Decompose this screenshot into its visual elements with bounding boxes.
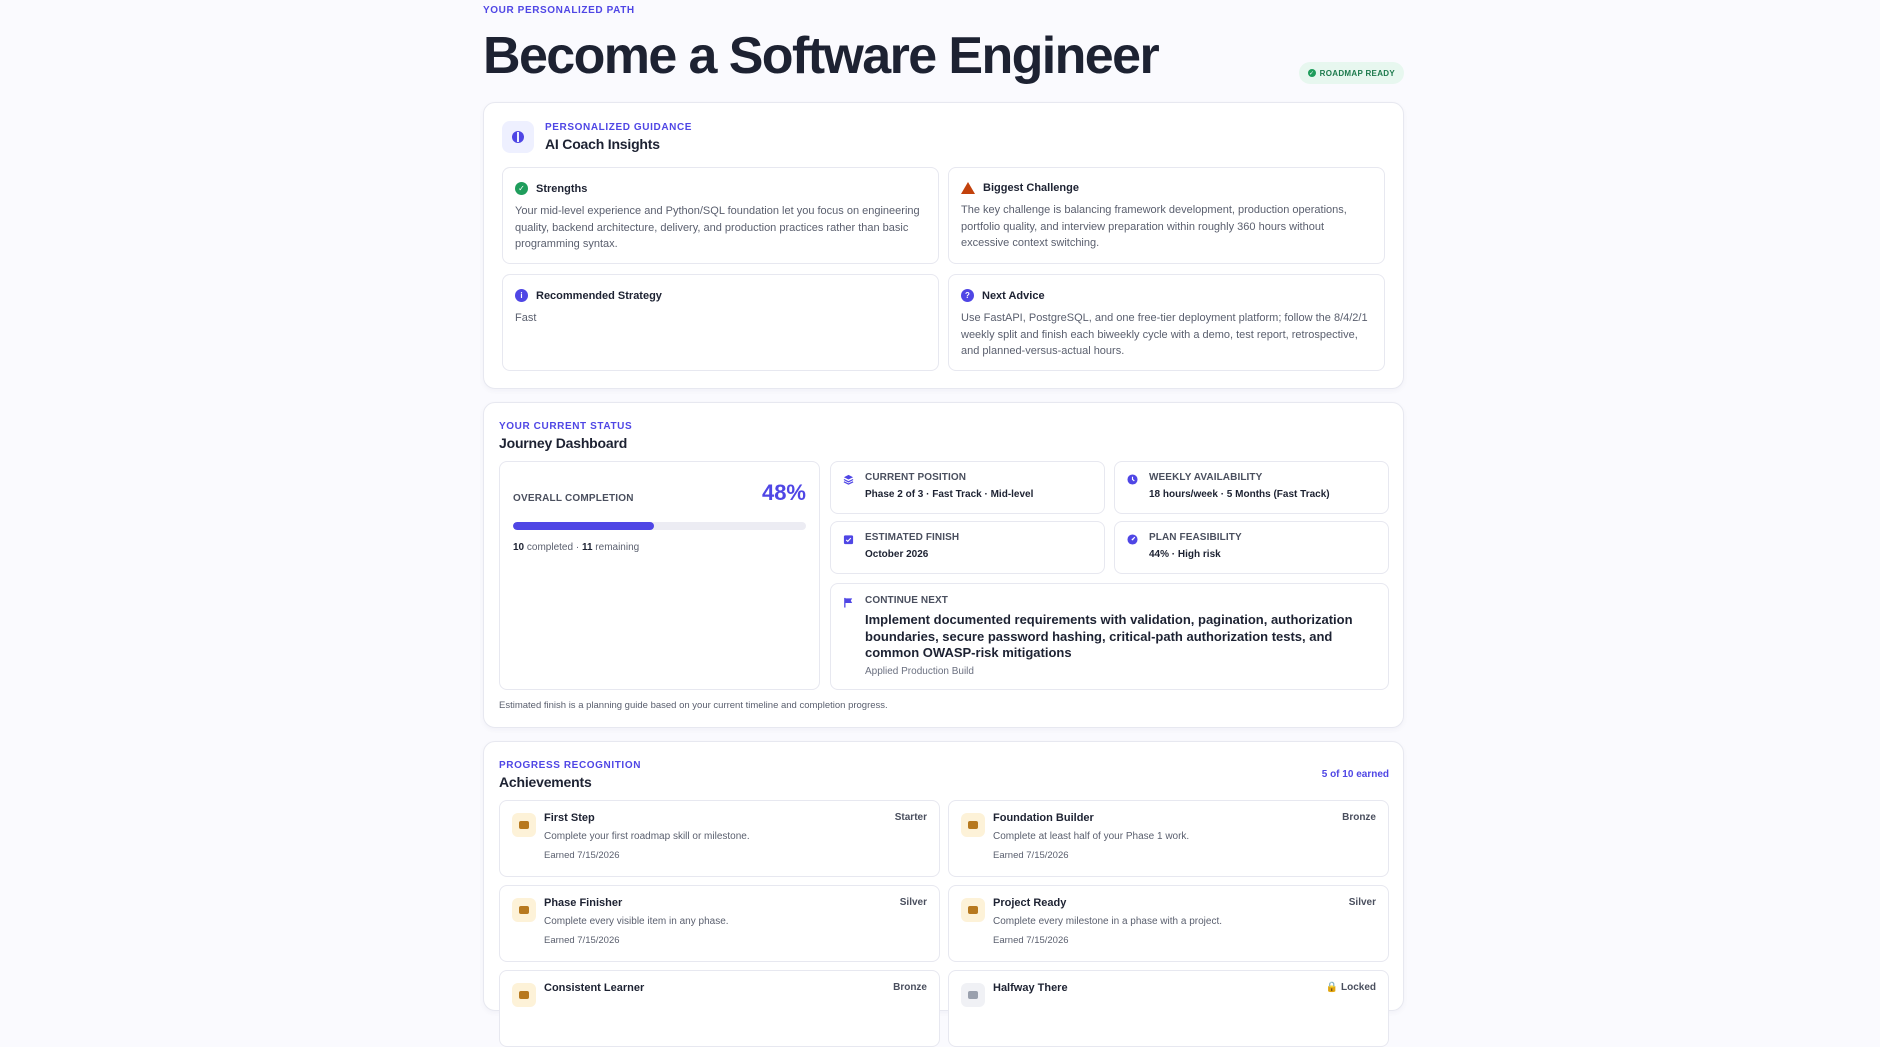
achievements-title: Achievements	[499, 774, 592, 790]
achievement-desc: Complete every visible item in any phase…	[544, 916, 729, 927]
achievement-name: Phase Finisher	[544, 897, 623, 909]
journey-eyebrow: YOUR CURRENT STATUS	[499, 421, 633, 432]
achievement-desc: Complete at least half of your Phase 1 w…	[993, 831, 1190, 842]
stat-label: ESTIMATED FINISH	[865, 532, 960, 543]
achievement-project-ready[interactable]: Project Ready Silver Complete every mile…	[948, 885, 1389, 962]
completed-label: completed	[526, 542, 574, 553]
achievement-desc: Complete your first roadmap skill or mil…	[544, 831, 750, 842]
roadmap-ready-label: ROADMAP READY	[1319, 68, 1395, 78]
achievement-tier-locked: 🔒 Locked	[1326, 982, 1376, 993]
overall-completion-panel: OVERALL COMPLETION 48% 10 completed · 11…	[499, 461, 820, 690]
brain-icon	[502, 121, 534, 153]
stat-value: 44% · High risk	[1149, 549, 1221, 560]
check-circle-icon: ✓	[515, 182, 528, 195]
remaining-count: 11	[581, 542, 593, 553]
achievements-eyebrow: PROGRESS RECOGNITION	[499, 760, 642, 771]
achievement-halfway-there[interactable]: Halfway There 🔒 Locked	[948, 970, 1389, 1047]
stat-value: October 2026	[865, 549, 929, 560]
stat-label: CURRENT POSITION	[865, 472, 967, 483]
stat-estimated-finish: ESTIMATED FINISH October 2026	[830, 521, 1105, 574]
ai-coach-header: PERSONALIZED GUIDANCE AI Coach Insights	[502, 121, 692, 153]
stat-weekly-availability: WEEKLY AVAILABILITY 18 hours/week · 5 Mo…	[1114, 461, 1389, 514]
stat-plan-feasibility: PLAN FEASIBILITY 44% · High risk	[1114, 521, 1389, 574]
check-icon: ✓	[1307, 69, 1316, 77]
insight-text: Fast	[515, 312, 537, 324]
gauge-icon	[1127, 534, 1138, 545]
continue-next-label: CONTINUE NEXT	[865, 595, 948, 606]
achievement-foundation-builder[interactable]: Foundation Builder Bronze Complete at le…	[948, 800, 1389, 877]
achievements-card: PROGRESS RECOGNITION Achievements 5 of 1…	[483, 741, 1404, 1047]
stat-label: PLAN FEASIBILITY	[1149, 532, 1242, 543]
info-icon: i	[515, 289, 528, 302]
achievement-earned: Earned 7/15/2026	[544, 935, 620, 946]
warning-icon	[961, 182, 975, 194]
continue-next-phase: Applied Production Build	[865, 665, 974, 677]
achievement-tier: Bronze	[893, 982, 927, 993]
journey-footnote: Estimated finish is a planning guide bas…	[499, 700, 888, 711]
continue-next-title[interactable]: Implement documented requirements with v…	[865, 612, 1374, 662]
layers-icon	[843, 474, 854, 485]
page-title: Become a Software Engineer	[483, 27, 1160, 85]
achievement-tier: Silver	[899, 897, 927, 908]
folder-icon	[961, 898, 985, 922]
coach-eyebrow: PERSONALIZED GUIDANCE	[545, 122, 693, 133]
achievement-earned: Earned 7/15/2026	[993, 935, 1069, 946]
insight-text: Your mid-level experience and Python/SQL…	[515, 205, 920, 250]
insight-title: Biggest Challenge	[983, 182, 1079, 194]
overall-completion-percent: 48%	[761, 480, 806, 505]
coach-title: AI Coach Insights	[545, 136, 660, 152]
roadmap-ready-badge: ✓ ROADMAP READY	[1298, 62, 1404, 84]
insight-text: The key challenge is balancing framework…	[961, 204, 1347, 249]
overall-completion-label: OVERALL COMPLETION	[513, 493, 634, 504]
achievement-name: Foundation Builder	[993, 812, 1094, 824]
insight-next-advice: ? Next Advice Use FastAPI, PostgreSQL, an…	[948, 274, 1385, 371]
achievement-tier: Locked	[1340, 982, 1376, 993]
insight-text: Use FastAPI, PostgreSQL, and one free-ti…	[961, 312, 1368, 357]
completion-progress-fill	[513, 522, 654, 530]
stat-current-position: CURRENT POSITION Phase 2 of 3 · Fast Tra…	[830, 461, 1105, 514]
achievement-earned: Earned 7/15/2026	[993, 850, 1069, 861]
insight-title: Strengths	[536, 182, 588, 195]
milestone-icon	[961, 983, 985, 1007]
stat-value: Phase 2 of 3 · Fast Track · Mid-level	[865, 489, 1034, 500]
stat-value: 18 hours/week · 5 Months (Fast Track)	[1149, 489, 1330, 500]
insight-title: Recommended Strategy	[536, 289, 662, 302]
clock-icon	[1127, 474, 1138, 485]
lock-icon: 🔒	[1325, 982, 1339, 993]
stat-label: WEEKLY AVAILABILITY	[1149, 472, 1263, 483]
remaining-label: remaining	[595, 542, 640, 553]
insight-title: Next Advice	[982, 289, 1045, 302]
achievement-name: Consistent Learner	[544, 982, 645, 994]
achievement-first-step[interactable]: First Step Starter Complete your first r…	[499, 800, 940, 877]
flag-icon	[844, 597, 853, 608]
journey-title: Journey Dashboard	[499, 435, 628, 451]
journey-dashboard-card: YOUR CURRENT STATUS Journey Dashboard OV…	[483, 402, 1404, 728]
achievement-name: First Step	[544, 812, 595, 824]
ai-coach-card: PERSONALIZED GUIDANCE AI Coach Insights …	[483, 102, 1404, 389]
achievement-tier: Bronze	[1342, 812, 1376, 823]
layers-icon	[961, 813, 985, 837]
achievements-earned-count: 5 of 10 earned	[1321, 769, 1389, 780]
flag-icon	[512, 898, 536, 922]
achievement-earned: Earned 7/15/2026	[544, 850, 620, 861]
calendar-icon	[512, 983, 536, 1007]
completed-count: 10	[513, 542, 525, 553]
continue-next-card[interactable]: CONTINUE NEXT Implement documented requi…	[830, 583, 1389, 690]
achievement-tier: Starter	[894, 812, 927, 823]
achievement-desc: Complete every milestone in a phase with…	[993, 916, 1223, 927]
hero-eyebrow: YOUR PERSONALIZED PATH	[483, 5, 635, 16]
achievement-consistent-learner[interactable]: Consistent Learner Bronze	[499, 970, 940, 1047]
insight-recommended-strategy: i Recommended Strategy Fast	[502, 274, 939, 371]
completion-progress-bar	[513, 522, 806, 530]
calendar-check-icon	[843, 535, 854, 545]
achievement-phase-finisher[interactable]: Phase Finisher Silver Complete every vis…	[499, 885, 940, 962]
achievement-tier: Silver	[1348, 897, 1376, 908]
insight-biggest-challenge: Biggest Challenge The key challenge is b…	[948, 167, 1385, 264]
footsteps-icon	[512, 813, 536, 837]
insight-strengths: ✓ Strengths Your mid-level experience and…	[502, 167, 939, 264]
achievement-name: Project Ready	[993, 897, 1067, 909]
achievement-name: Halfway There	[993, 982, 1068, 994]
completion-counts: 10 completed · 11 remaining	[513, 542, 640, 553]
question-icon: ?	[961, 289, 974, 302]
